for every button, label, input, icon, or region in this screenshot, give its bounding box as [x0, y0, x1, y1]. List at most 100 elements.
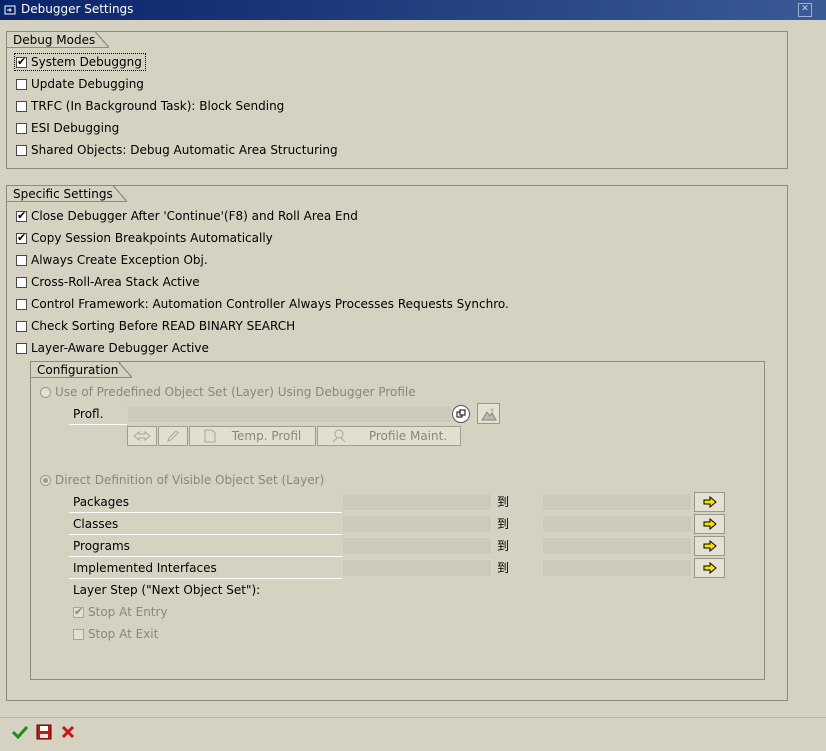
title-bar: Debugger Settings ✕	[0, 0, 826, 20]
classes-to-field[interactable]	[542, 515, 692, 533]
direct-definition-option[interactable]: Direct Definition of Visible Object Set …	[40, 471, 324, 489]
profile-edit-button[interactable]	[158, 426, 188, 446]
profile-value-help-button[interactable]	[452, 405, 470, 423]
layer-aware-checkbox[interactable]	[16, 342, 27, 354]
system-debugging-label: System Debuggng	[31, 55, 142, 69]
window-title: Debugger Settings	[21, 2, 134, 16]
control-framework-option[interactable]: Control Framework: Automation Controller…	[16, 295, 509, 313]
profile-maint-icon	[332, 429, 346, 443]
esi-debugging-label: ESI Debugging	[31, 121, 120, 135]
profile-maint-button[interactable]: Profile Maint.	[317, 426, 461, 446]
shared-objects-option[interactable]: Shared Objects: Debug Automatic Area Str…	[16, 141, 338, 159]
programs-underline	[69, 556, 342, 557]
update-debugging-option[interactable]: Update Debugging	[16, 75, 144, 93]
system-debugging-option[interactable]: System Debuggng	[14, 53, 146, 71]
profile-label: Profl.	[73, 407, 104, 421]
control-framework-checkbox[interactable]	[16, 298, 27, 310]
mountain-icon	[480, 407, 497, 420]
debug-modes-title: Debug Modes	[6, 31, 110, 48]
control-framework-label: Control Framework: Automation Controller…	[31, 297, 509, 311]
copy-breakpoints-label: Copy Session Breakpoints Automatically	[31, 231, 273, 245]
predefined-set-radio[interactable]	[40, 386, 51, 398]
arrow-right-icon	[703, 518, 717, 530]
document-icon	[204, 429, 216, 443]
esi-debugging-checkbox[interactable]	[16, 122, 27, 134]
programs-to-field[interactable]	[542, 537, 692, 555]
cancel-icon[interactable]	[59, 723, 77, 741]
exception-obj-checkbox[interactable]	[16, 254, 27, 266]
checkmark-icon[interactable]	[11, 723, 29, 741]
packages-to-field[interactable]	[542, 493, 692, 511]
cross-roll-area-option[interactable]: Cross-Roll-Area Stack Active	[16, 273, 200, 291]
stop-at-entry-label: Stop At Entry	[88, 605, 168, 619]
close-debugger-option[interactable]: Close Debugger After 'Continue'(F8) and …	[16, 207, 358, 225]
update-debugging-label: Update Debugging	[31, 77, 144, 91]
arrow-right-icon	[703, 540, 717, 552]
stop-at-exit-option[interactable]: Stop At Exit	[73, 625, 158, 643]
check-sorting-checkbox[interactable]	[16, 320, 27, 332]
footer-toolbar	[0, 717, 826, 751]
specific-settings-title: Specific Settings	[6, 185, 127, 202]
layer-aware-option[interactable]: Layer-Aware Debugger Active	[16, 339, 209, 357]
pencil-icon	[167, 430, 179, 442]
classes-underline	[69, 534, 342, 535]
trfc-checkbox[interactable]	[16, 100, 27, 112]
interfaces-label: Implemented Interfaces	[73, 561, 217, 575]
cross-roll-area-checkbox[interactable]	[16, 276, 27, 288]
packages-from-field[interactable]	[342, 493, 492, 511]
shared-objects-label: Shared Objects: Debug Automatic Area Str…	[31, 143, 338, 157]
stop-at-entry-checkbox[interactable]	[73, 605, 84, 618]
configuration-title: Configuration	[30, 361, 133, 378]
value-help-icon	[456, 409, 466, 418]
profile-underline	[69, 424, 127, 425]
stop-at-exit-checkbox[interactable]	[73, 628, 84, 640]
trfc-option[interactable]: TRFC (In Background Task): Block Sending	[16, 97, 284, 115]
classes-from-field[interactable]	[342, 515, 492, 533]
profile-maint-label: Profile Maint.	[368, 429, 448, 443]
programs-multiple-selection-button[interactable]	[694, 536, 725, 556]
predefined-set-option[interactable]: Use of Predefined Object Set (Layer) Usi…	[40, 383, 416, 401]
packages-multiple-selection-button[interactable]	[694, 492, 725, 512]
copy-breakpoints-checkbox[interactable]	[16, 231, 27, 244]
temp-profile-button[interactable]: Temp. Profil	[189, 426, 316, 446]
interfaces-to-label: 到	[497, 561, 510, 575]
interfaces-multiple-selection-button[interactable]	[694, 558, 725, 578]
esi-debugging-option[interactable]: ESI Debugging	[16, 119, 119, 137]
arrow-right-icon	[703, 496, 717, 508]
debug-modes-group: Debug Modes System Debuggng Update Debug…	[6, 31, 788, 169]
packages-to-label: 到	[497, 495, 510, 509]
arrows-icon	[133, 430, 151, 442]
classes-to-label: 到	[497, 517, 510, 531]
classes-multiple-selection-button[interactable]	[694, 514, 725, 534]
cross-roll-area-label: Cross-Roll-Area Stack Active	[31, 275, 200, 289]
shared-objects-checkbox[interactable]	[16, 144, 27, 156]
packages-underline	[69, 512, 342, 513]
exception-obj-option[interactable]: Always Create Exception Obj.	[16, 251, 208, 269]
layer-aware-label: Layer-Aware Debugger Active	[31, 341, 209, 355]
programs-from-field[interactable]	[342, 537, 492, 555]
check-sorting-label: Check Sorting Before READ BINARY SEARCH	[31, 319, 296, 333]
close-icon[interactable]: ✕	[798, 3, 812, 17]
system-debugging-checkbox[interactable]	[16, 55, 27, 68]
layer-step-label: Layer Step ("Next Object Set"):	[73, 583, 261, 597]
check-sorting-option[interactable]: Check Sorting Before READ BINARY SEARCH	[16, 317, 295, 335]
predefined-set-label: Use of Predefined Object Set (Layer) Usi…	[55, 385, 416, 399]
configuration-group: Configuration Use of Predefined Object S…	[30, 361, 765, 680]
direct-definition-label: Direct Definition of Visible Object Set …	[55, 473, 325, 487]
profile-back-button[interactable]	[127, 426, 157, 446]
close-debugger-checkbox[interactable]	[16, 209, 27, 222]
trfc-label: TRFC (In Background Task): Block Sending	[31, 99, 285, 113]
temp-profile-label: Temp. Profil	[231, 429, 302, 443]
stop-at-entry-option[interactable]: Stop At Entry	[73, 603, 168, 621]
interfaces-from-field[interactable]	[342, 559, 492, 577]
packages-label: Packages	[73, 495, 129, 509]
close-debugger-label: Close Debugger After 'Continue'(F8) and …	[31, 209, 358, 223]
profile-image-button[interactable]	[477, 403, 500, 424]
update-debugging-checkbox[interactable]	[16, 78, 27, 90]
profile-field[interactable]	[127, 405, 452, 423]
classes-label: Classes	[73, 517, 119, 531]
save-icon[interactable]	[35, 723, 53, 741]
interfaces-to-field[interactable]	[542, 559, 692, 577]
copy-breakpoints-option[interactable]: Copy Session Breakpoints Automatically	[16, 229, 273, 247]
direct-definition-radio[interactable]	[40, 474, 51, 486]
